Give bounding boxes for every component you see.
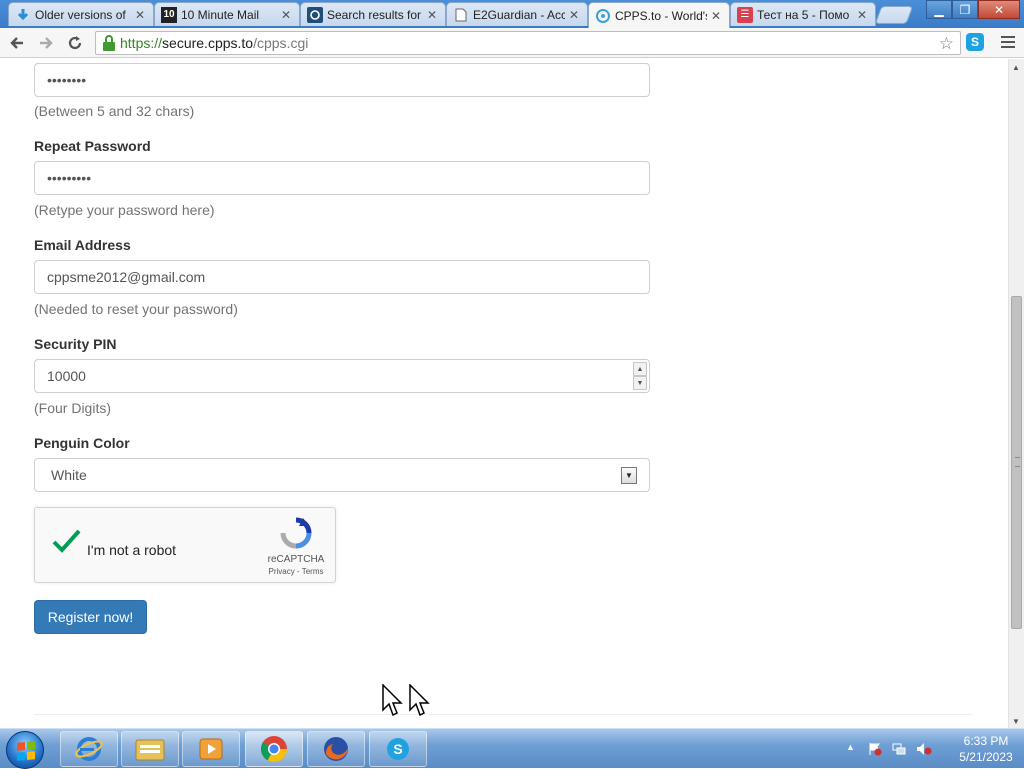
- back-icon[interactable]: [6, 32, 28, 54]
- mouse-cursor-icon: [382, 684, 403, 717]
- mouse-cursor-icon: [409, 684, 430, 717]
- checkmark-icon: [52, 529, 81, 553]
- tab-title: Older versions of: [35, 7, 126, 22]
- network-icon[interactable]: [892, 742, 906, 756]
- minimize-icon[interactable]: ▁: [926, 0, 952, 19]
- chrome-icon[interactable]: [245, 731, 303, 767]
- scroll-up-icon[interactable]: ▲: [1012, 63, 1020, 72]
- email-label: Email Address: [34, 237, 131, 253]
- restore-icon[interactable]: ❐: [952, 0, 978, 19]
- document-icon: [453, 7, 469, 23]
- browser-toolbar: https://secure.cpps.to/cpps.cgi ☆ S: [0, 28, 1024, 58]
- page-content: •••••••• (Between 5 and 32 chars) Repeat…: [0, 59, 1008, 728]
- bookmark-star-icon[interactable]: ☆: [939, 34, 954, 54]
- windows-taskbar: S ▲ 6:33 PM 5/21/2023: [0, 728, 1024, 769]
- email-help-text: (Needed to reset your password): [34, 301, 238, 317]
- recaptcha-checkbox[interactable]: [51, 526, 81, 556]
- tab-title: CPPS.to - World's: [615, 8, 707, 23]
- repeat-password-field[interactable]: •••••••••: [34, 161, 650, 195]
- volume-muted-icon[interactable]: [916, 742, 932, 756]
- register-button[interactable]: Register now!: [34, 600, 147, 634]
- tab-close-icon[interactable]: ✕: [711, 9, 723, 23]
- page-scrollbar[interactable]: ▲ ▼: [1008, 59, 1024, 728]
- tab-close-icon[interactable]: ✕: [857, 8, 869, 22]
- penguin-color-label: Penguin Color: [34, 435, 130, 451]
- security-pin-label: Security PIN: [34, 336, 117, 352]
- clock-time[interactable]: 6:33 PM: [948, 734, 1024, 748]
- lock-icon: [102, 35, 116, 51]
- svg-text:S: S: [393, 741, 402, 757]
- tab-title: Тест на 5 - Помо: [757, 7, 850, 22]
- pin-spinner[interactable]: ▲ ▼: [633, 362, 647, 390]
- tab-title: Search results for: [327, 7, 422, 22]
- password-help-text: (Between 5 and 32 chars): [34, 103, 195, 119]
- tab-strip: Older versions of ✕ 10 10 Minute Mail ✕ …: [0, 0, 1024, 28]
- start-button[interactable]: [6, 731, 44, 769]
- tab-e2guardian[interactable]: E2Guardian - Acc ✕: [446, 2, 588, 26]
- test-site-icon: ☰: [737, 6, 753, 23]
- divider: [34, 714, 972, 715]
- recaptcha-brand: reCAPTCHA: [267, 554, 325, 565]
- tab-older-versions[interactable]: Older versions of ✕: [8, 2, 154, 26]
- repeat-password-label: Repeat Password: [34, 138, 151, 154]
- cpps-icon: [595, 8, 611, 24]
- system-tray: ▲ 6:33 PM 5/21/2023: [840, 729, 1024, 769]
- url-protocol: https://: [120, 35, 163, 51]
- email-value: cppsme2012@gmail.com: [47, 269, 206, 285]
- ten-minute-mail-icon: 10: [161, 6, 177, 23]
- password-value: ••••••••: [47, 72, 87, 88]
- email-field[interactable]: cppsme2012@gmail.com: [34, 260, 650, 294]
- recaptcha-label: I'm not a robot: [87, 542, 177, 558]
- scroll-down-icon[interactable]: ▼: [1012, 717, 1020, 726]
- windows-logo-icon: [17, 741, 35, 761]
- file-explorer-icon[interactable]: [121, 731, 179, 767]
- spinner-down-icon[interactable]: ▼: [633, 376, 647, 390]
- forward-icon[interactable]: [35, 32, 57, 54]
- tab-cpps[interactable]: CPPS.to - World's ✕: [588, 2, 730, 28]
- firefox-icon[interactable]: [307, 731, 365, 767]
- reload-icon[interactable]: [64, 32, 86, 54]
- url-path: /cpps.cgi: [253, 35, 309, 51]
- media-player-icon[interactable]: [182, 731, 240, 767]
- password-field[interactable]: ••••••••: [34, 63, 650, 97]
- url-host: secure.cpps.to: [162, 35, 254, 51]
- search-site-icon: [307, 6, 323, 23]
- tab-test-na-5[interactable]: ☰ Тест на 5 - Помо ✕: [730, 2, 876, 26]
- spinner-up-icon[interactable]: ▲: [633, 362, 647, 376]
- internet-explorer-icon[interactable]: [60, 731, 118, 767]
- tab-close-icon[interactable]: ✕: [281, 8, 293, 22]
- skype-icon[interactable]: S: [369, 731, 427, 767]
- recaptcha-widget: I'm not a robot reCAPTCHA Privacy - Term…: [34, 507, 336, 583]
- chevron-down-icon[interactable]: ▼: [621, 467, 637, 484]
- tab-10-minute-mail[interactable]: 10 10 Minute Mail ✕: [154, 2, 300, 26]
- tab-close-icon[interactable]: ✕: [569, 8, 581, 22]
- security-pin-value: 10000: [47, 368, 86, 384]
- recaptcha-privacy-terms-links[interactable]: Privacy - Terms: [261, 567, 331, 576]
- address-bar[interactable]: https://secure.cpps.to/cpps.cgi ☆: [95, 31, 961, 55]
- show-hidden-icons-icon[interactable]: ▲: [846, 742, 860, 756]
- security-pin-field[interactable]: 10000 ▲ ▼: [34, 359, 650, 393]
- tab-close-icon[interactable]: ✕: [135, 8, 147, 22]
- download-arrow-icon: [15, 7, 31, 23]
- new-tab-button[interactable]: [874, 6, 914, 24]
- penguin-color-select[interactable]: White ▼: [34, 458, 650, 492]
- tab-title: 10 Minute Mail: [181, 7, 260, 22]
- chrome-menu-icon[interactable]: [998, 33, 1018, 51]
- tab-close-icon[interactable]: ✕: [427, 8, 439, 22]
- repeat-password-help-text: (Retype your password here): [34, 202, 215, 218]
- penguin-color-selected: White: [51, 467, 87, 483]
- tab-title: E2Guardian - Acc: [473, 7, 565, 22]
- close-window-icon[interactable]: ✕: [978, 0, 1020, 19]
- skype-extension-icon[interactable]: S: [966, 33, 984, 51]
- action-center-flag-icon[interactable]: [868, 742, 882, 756]
- repeat-password-value: •••••••••: [47, 170, 92, 186]
- tab-search-results[interactable]: Search results for ✕: [300, 2, 446, 26]
- recaptcha-logo-icon: [279, 516, 313, 550]
- security-pin-help-text: (Four Digits): [34, 400, 112, 416]
- clock-date[interactable]: 5/21/2023: [948, 750, 1024, 764]
- scrollbar-thumb[interactable]: [1011, 296, 1022, 629]
